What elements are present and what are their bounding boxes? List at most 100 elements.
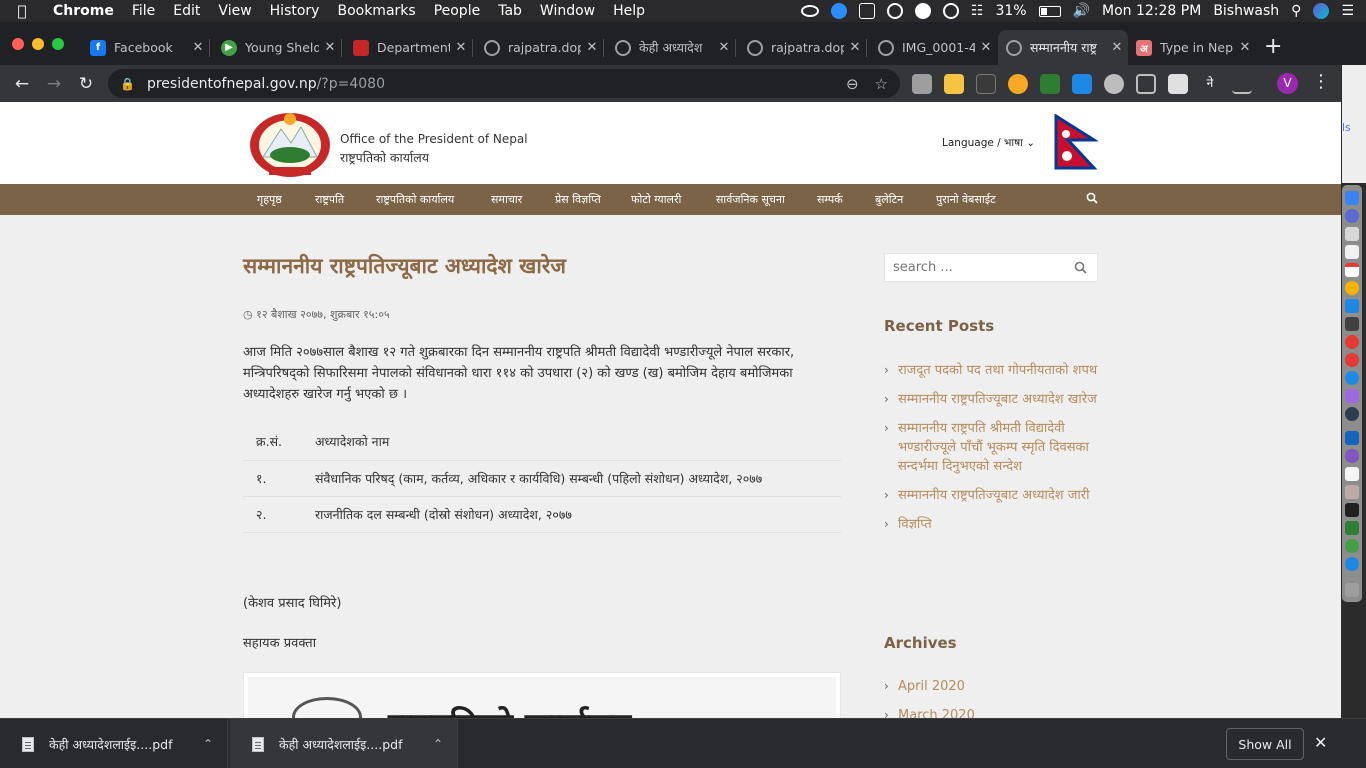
extension-media-icon[interactable] — [1232, 74, 1252, 94]
profile-avatar[interactable]: V — [1277, 73, 1298, 94]
close-tab-icon[interactable]: ✕ — [844, 40, 866, 55]
extension-devanagari-icon[interactable]: ने — [1200, 74, 1220, 94]
messenger-icon[interactable] — [914, 3, 931, 19]
notification-center-icon[interactable]: ☰ — [1341, 3, 1354, 19]
menu-window[interactable]: Window — [531, 3, 604, 19]
tab-img-0001[interactable]: IMG_0001-4 ✕ — [870, 30, 997, 65]
search-input[interactable] — [893, 254, 1063, 281]
tab-rajpatra-1[interactable]: rajpatra.dop ✕ — [476, 30, 604, 65]
search-icon[interactable] — [1086, 192, 1098, 204]
press-release-image[interactable]: राष्ट्रपतिको कार्यालय — [243, 672, 841, 718]
close-tab-icon[interactable]: ✕ — [319, 40, 341, 55]
dock-calendar-icon[interactable] — [1345, 263, 1359, 277]
dock-word-icon[interactable] — [1345, 431, 1359, 445]
extension-honey-icon[interactable] — [1008, 74, 1028, 94]
recent-post-link[interactable]: › विज्ञप्ति — [884, 515, 1098, 534]
close-tab-icon[interactable]: ✕ — [581, 40, 603, 55]
menu-people[interactable]: People — [425, 3, 490, 19]
nav-bulletin[interactable]: बुलेटिन — [875, 192, 903, 207]
time-machine-icon[interactable] — [942, 3, 959, 19]
tab-facebook[interactable]: f Facebook ✕ — [82, 30, 210, 65]
dock-opera-icon[interactable] — [1345, 353, 1359, 367]
nav-public-notice[interactable]: सार्वजनिक सूचना — [716, 192, 785, 207]
menu-app-name[interactable]: Chrome — [44, 3, 123, 19]
dock-star-icon[interactable] — [1345, 389, 1359, 403]
tab-active-president[interactable]: सम्माननीय राष्ट्र ✕ — [998, 30, 1128, 65]
nav-news[interactable]: समाचार — [491, 192, 522, 207]
extension-compass-icon[interactable] — [1104, 74, 1124, 94]
forward-icon[interactable]: → — [38, 74, 70, 94]
download-item[interactable]: केही अध्यादेशलाईइ....pdf ⌃ — [0, 719, 228, 768]
chevron-up-icon[interactable]: ⌃ — [203, 737, 213, 751]
dock-viber-icon[interactable] — [1345, 449, 1359, 463]
dock-app-store-icon[interactable] — [1345, 299, 1359, 313]
teamviewer-icon[interactable] — [830, 3, 847, 19]
close-tab-icon[interactable]: ✕ — [1234, 40, 1256, 55]
recent-post-link[interactable]: › सम्माननीय राष्ट्रपतिज्यूबाट अध्यादेश खा… — [884, 390, 1098, 409]
lock-icon[interactable]: 🔒 — [120, 77, 135, 91]
download-item[interactable]: केही अध्यादेशलाईइ....pdf ⌃ — [230, 719, 458, 768]
nav-president[interactable]: राष्ट्रपति — [315, 192, 344, 207]
dock-quicktime-icon[interactable] — [1345, 407, 1359, 421]
recent-post-link[interactable]: › राजदूत पदको पद तथा गोपनीयताको शपथ — [884, 361, 1098, 380]
apple-icon[interactable]:  — [0, 2, 44, 20]
dock-trash-icon[interactable] — [1345, 583, 1359, 597]
search-icon[interactable] — [1074, 261, 1087, 274]
nav-home[interactable]: गृहपृष्ठ — [257, 192, 282, 207]
extension-screen-icon[interactable] — [1136, 74, 1156, 94]
extension-pen-icon[interactable] — [976, 74, 996, 94]
dock-mail-icon[interactable] — [1345, 245, 1359, 259]
dock-excel-icon[interactable] — [1345, 521, 1359, 535]
spotlight-search-icon[interactable]: ⚲ — [1291, 3, 1301, 19]
dock-utility-icon[interactable] — [1345, 485, 1359, 499]
extension-notes-icon[interactable] — [944, 74, 964, 94]
dock-safari-icon[interactable] — [1345, 209, 1359, 223]
recent-post-link[interactable]: › सम्माननीय राष्ट्रपतिज्यूबाट अध्यादेश जा… — [884, 486, 1098, 505]
extension-shield-icon[interactable] — [1040, 74, 1060, 94]
close-tab-icon[interactable]: ✕ — [1106, 40, 1128, 55]
menu-file[interactable]: File — [123, 3, 164, 19]
nav-photo-gallery[interactable]: फोटो ग्यालरी — [631, 192, 681, 207]
creative-cloud-icon[interactable] — [800, 5, 819, 17]
tab-department[interactable]: Department ✕ — [345, 30, 473, 65]
zoom-window-button[interactable] — [52, 38, 64, 50]
minimize-window-button[interactable] — [32, 38, 44, 50]
archive-link[interactable]: › March 2020 — [884, 708, 975, 718]
nav-contact[interactable]: सम्पर्क — [817, 192, 843, 207]
menu-help[interactable]: Help — [604, 3, 654, 19]
siri-icon[interactable] — [1313, 3, 1330, 19]
nav-press-release[interactable]: प्रेस विज्ञप्ति — [555, 192, 601, 207]
close-icon[interactable]: ✕ — [1314, 733, 1327, 752]
close-tab-icon[interactable]: ✕ — [187, 40, 209, 55]
bookmark-star-icon[interactable]: ☆ — [875, 75, 888, 93]
chrome-menu-icon[interactable]: ⋮ — [1312, 71, 1330, 92]
language-switcher[interactable]: Language / भाषा ⌄ — [942, 136, 1035, 150]
menu-view[interactable]: View — [209, 3, 260, 19]
menu-edit[interactable]: Edit — [164, 3, 209, 19]
dock-photos-icon[interactable] — [1345, 281, 1359, 295]
dock-chrome-icon[interactable] — [1345, 335, 1359, 349]
wifi-icon[interactable]: ☷ — [971, 3, 984, 19]
dock-notes-icon[interactable] — [1345, 467, 1359, 481]
address-bar[interactable]: 🔒 presidentofnepal.gov.np /?p=4080 ⊖ ☆ — [108, 69, 900, 98]
menu-user-name[interactable]: Bishwash — [1213, 3, 1279, 19]
battery-icon[interactable] — [1038, 5, 1061, 17]
close-tab-icon[interactable]: ✕ — [450, 40, 472, 55]
extension-italic-icon[interactable] — [1168, 74, 1188, 94]
tab-kehi-adhyadesh[interactable]: केही अध्यादेश ✕ — [607, 30, 736, 65]
back-icon[interactable]: ← — [6, 74, 38, 94]
dock-terminal-icon[interactable] — [1345, 503, 1359, 517]
nepal-emblem-logo[interactable] — [247, 107, 333, 179]
show-all-downloads-button[interactable]: Show All — [1226, 728, 1304, 760]
nav-president-office[interactable]: राष्ट्रपतिको कार्यालय — [376, 192, 454, 207]
menu-bookmarks[interactable]: Bookmarks — [328, 3, 424, 19]
dock-camera-icon[interactable] — [1345, 317, 1359, 331]
dock-skype-icon[interactable] — [1345, 557, 1359, 571]
recent-post-link[interactable]: › सम्माननीय राष्ट्रपति श्रीमती विद्यादेवी… — [884, 419, 1098, 476]
extension-s-icon[interactable] — [1072, 74, 1092, 94]
tab-type-in-nepali[interactable]: अ Type in Nep ✕ — [1128, 30, 1256, 65]
menu-tab[interactable]: Tab — [489, 3, 531, 19]
dock-messenger-icon[interactable] — [1345, 371, 1359, 385]
close-window-button[interactable] — [12, 38, 24, 50]
tab-rajpatra-2[interactable]: rajpatra.dop ✕ — [739, 30, 867, 65]
